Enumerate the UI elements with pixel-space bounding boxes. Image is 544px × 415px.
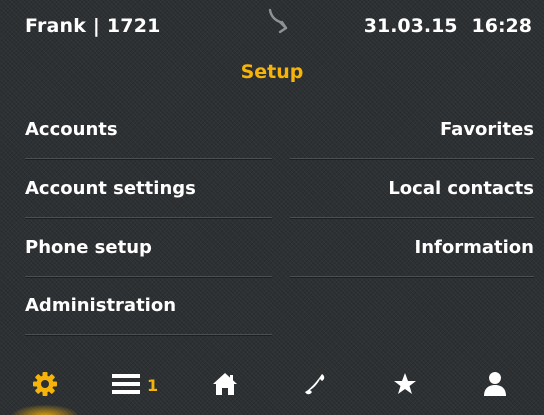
phone-icon (305, 373, 325, 394)
gear-icon (33, 371, 57, 396)
menu-item-label: Administration (25, 295, 177, 316)
status-bar: Frank | 1721 31.03.15 16:28 (0, 0, 544, 56)
menu-item-local-contacts[interactable]: Local contacts (290, 160, 534, 218)
menu-item-favorites[interactable]: Favorites (290, 101, 534, 159)
divider (25, 334, 272, 336)
menu-item-label: Accounts (25, 119, 118, 140)
date-time: 31.03.15 16:28 (364, 15, 532, 37)
page-title: Setup (240, 61, 304, 83)
menu-item-label: Phone setup (25, 237, 152, 258)
nav-contacts-button[interactable] (450, 352, 540, 415)
notification-badge: 1 (147, 376, 159, 395)
divider (290, 276, 534, 278)
nav-setup-button[interactable] (0, 352, 90, 415)
person-icon (484, 371, 506, 396)
menu-item-administration[interactable]: Administration (25, 277, 272, 335)
home-icon (213, 372, 237, 395)
menu-item-account-settings[interactable]: Account settings (25, 160, 272, 218)
nav-calls-button[interactable] (270, 352, 360, 415)
phone-screen: Frank | 1721 31.03.15 16:28 Setup Account… (0, 0, 544, 415)
menu-item-label: Local contacts (388, 178, 534, 199)
menu-item-label: Account settings (25, 178, 196, 199)
nav-favorites-button[interactable] (360, 352, 450, 415)
menu-item-label: Favorites (439, 119, 534, 140)
call-forward-icon (268, 8, 288, 34)
nav-home-button[interactable] (180, 352, 270, 415)
star-icon (394, 372, 416, 394)
date-label: 31.03.15 (363, 15, 458, 37)
menu-item-information[interactable]: Information (290, 219, 534, 277)
user-identity: Frank | 1721 (25, 15, 161, 37)
time-label: 16:28 (471, 15, 532, 37)
bottom-nav: 1 (0, 352, 544, 415)
menu-item-accounts[interactable]: Accounts (25, 101, 272, 159)
nav-menu-button[interactable]: 1 (90, 352, 180, 415)
active-indicator (12, 405, 78, 415)
menu-item-label: Information (414, 237, 534, 258)
menu-item-phone-setup[interactable]: Phone setup (25, 219, 272, 277)
list-icon (112, 373, 140, 394)
